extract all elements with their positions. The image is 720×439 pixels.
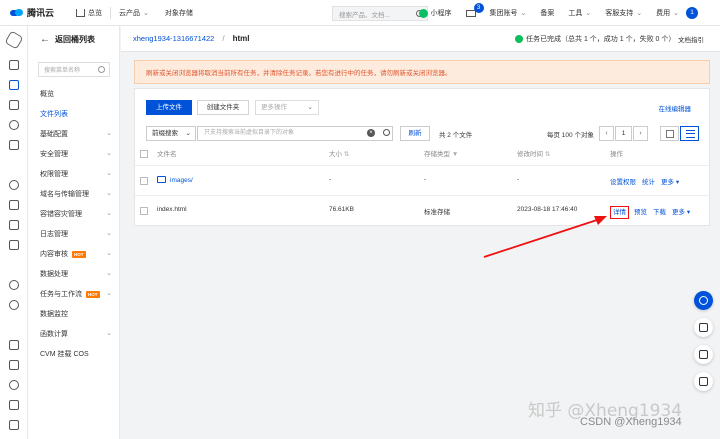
checklist-button[interactable] bbox=[694, 372, 713, 391]
annotation-arrow bbox=[483, 216, 607, 258]
cloud-icon bbox=[699, 323, 708, 332]
list-icon bbox=[699, 377, 708, 386]
docs-button[interactable] bbox=[694, 345, 713, 364]
csdn-watermark: CSDN @Xheng1934 bbox=[580, 416, 682, 428]
cloud-shell-button[interactable] bbox=[694, 318, 713, 337]
headset-icon bbox=[699, 296, 708, 305]
customer-service-button[interactable] bbox=[694, 291, 713, 310]
book-icon bbox=[699, 350, 708, 359]
annotation-arrow-shaft bbox=[483, 218, 601, 258]
